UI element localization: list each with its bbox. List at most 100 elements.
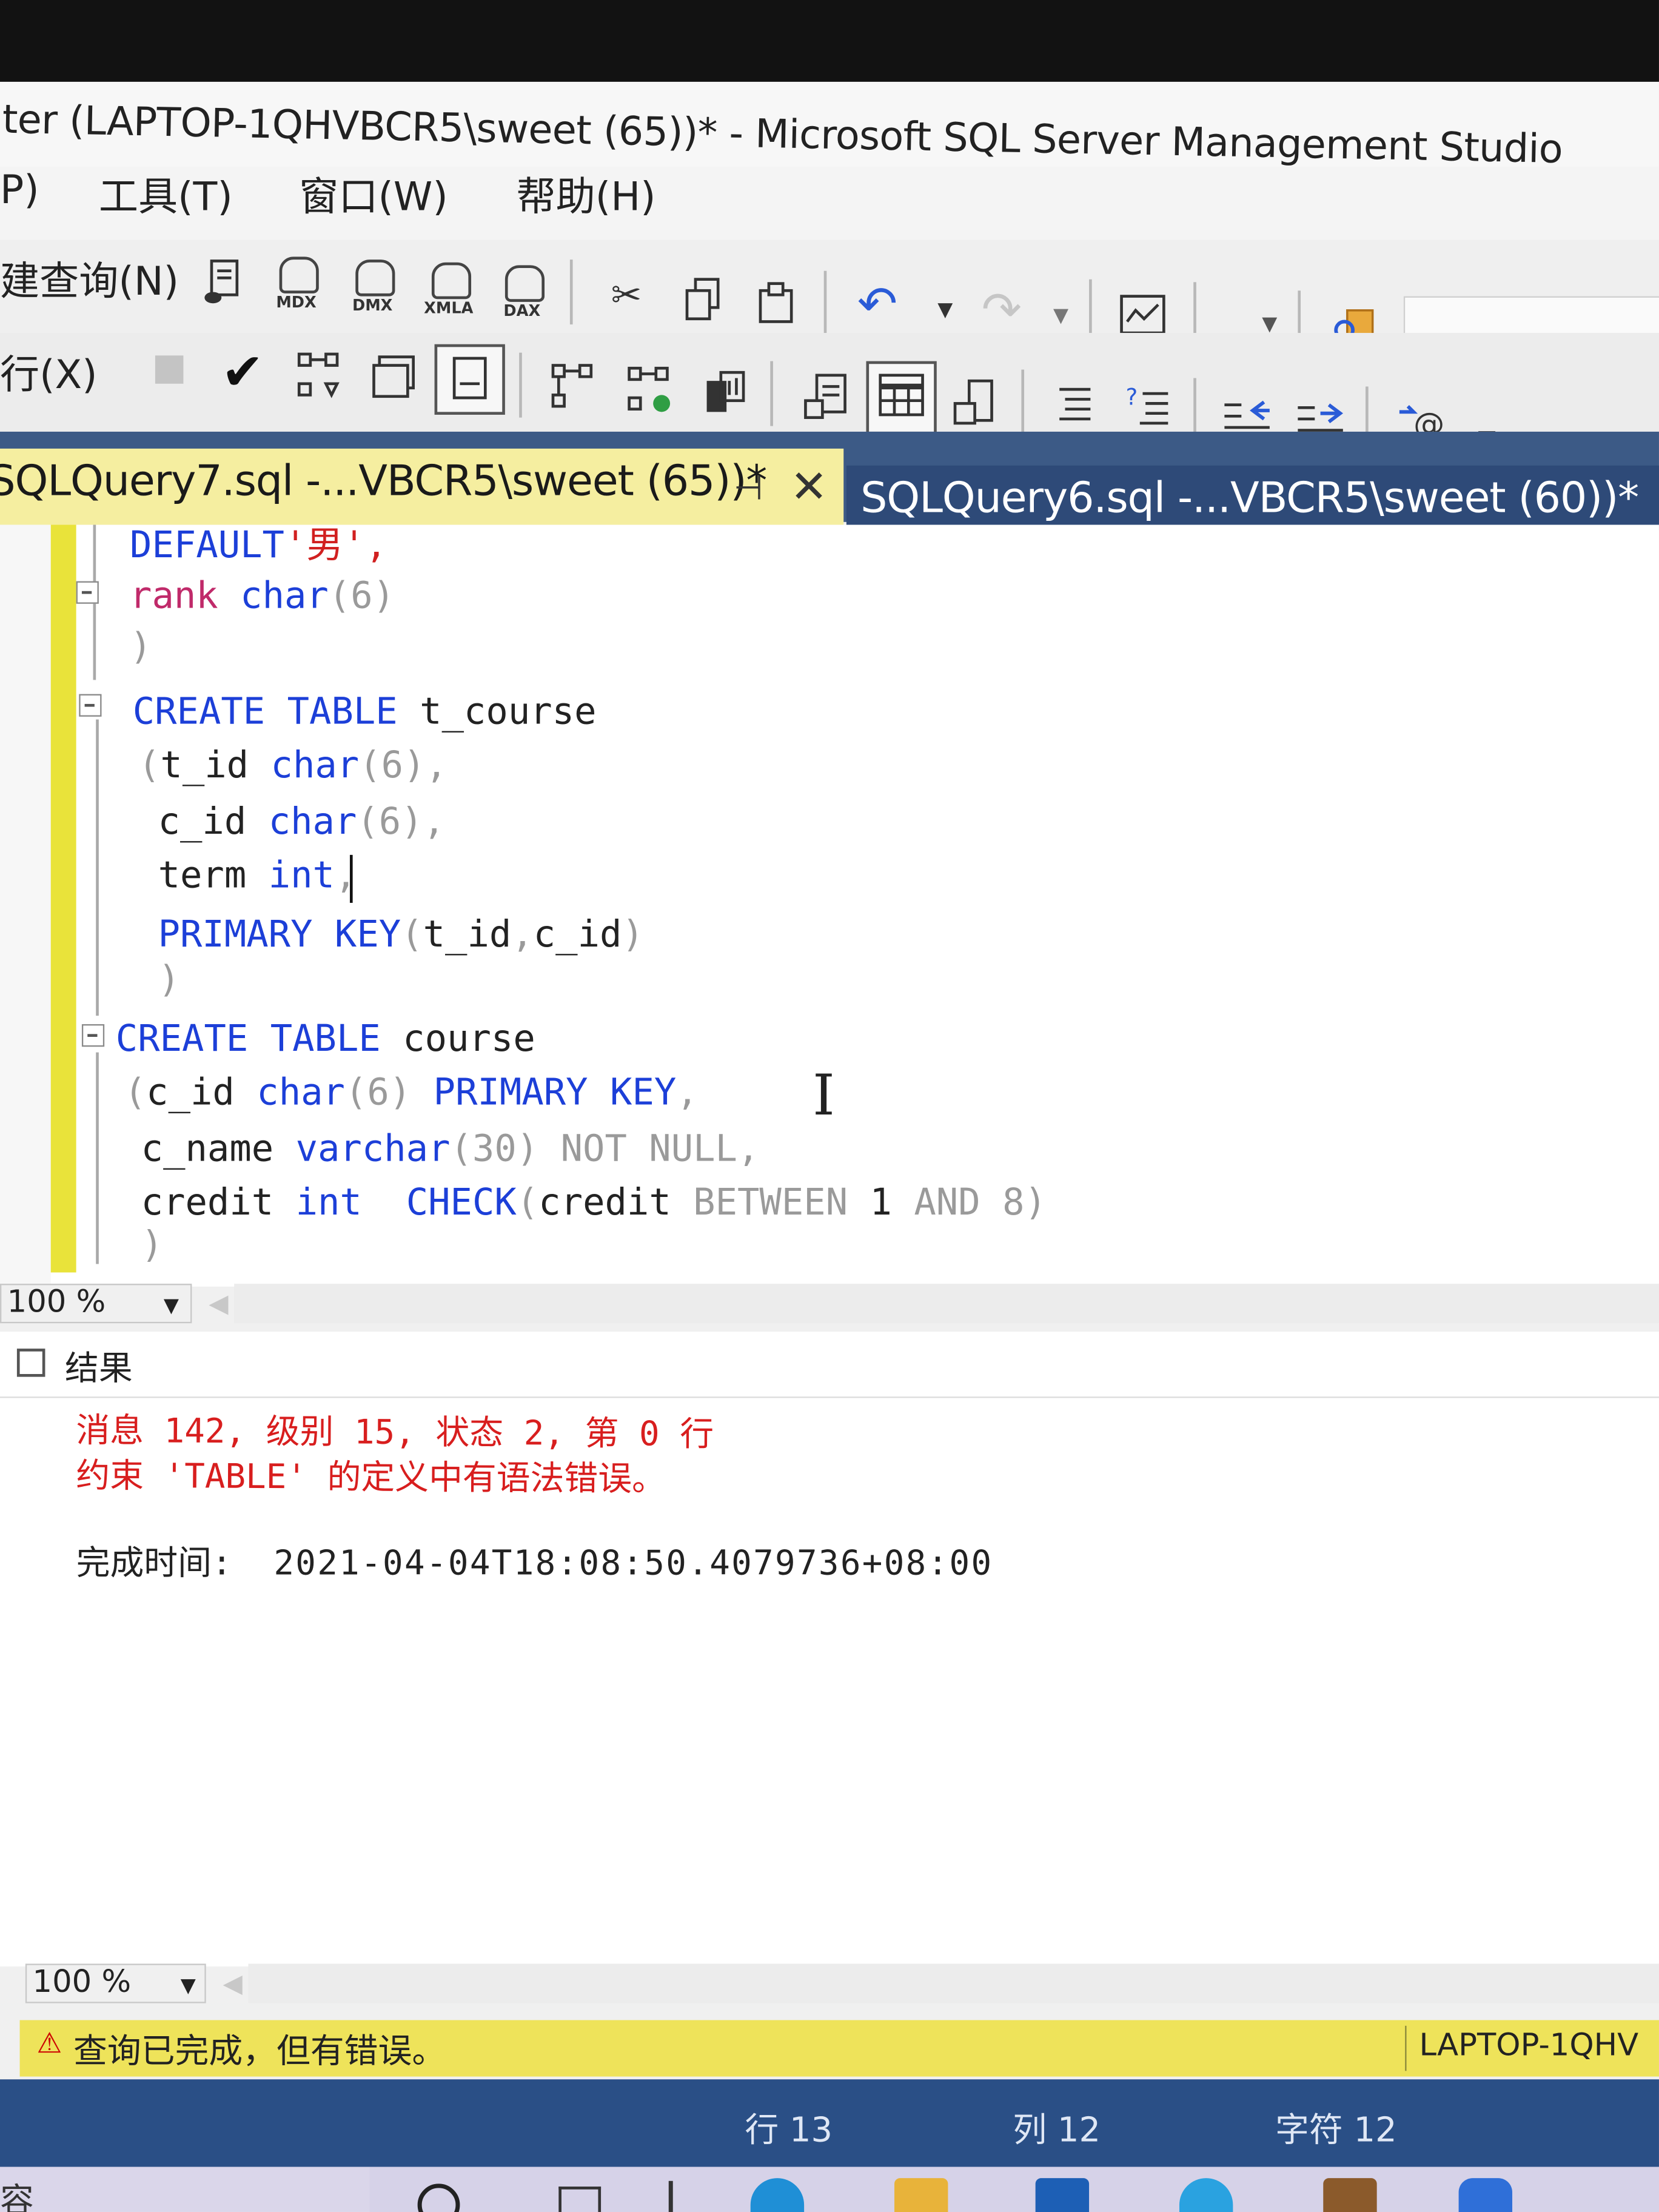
undo-icon[interactable]: ↶ bbox=[850, 276, 906, 333]
cut-icon[interactable]: ✂ bbox=[598, 268, 654, 324]
tab-sqlquery6-label: SQLQuery6.sql -...VBCR5\sweet (60))* bbox=[860, 474, 1639, 524]
code-token: DEFAULT bbox=[130, 525, 284, 568]
code-token: ( bbox=[516, 1182, 539, 1225]
dax-query-button[interactable]: DAX bbox=[494, 263, 550, 324]
menu-help[interactable]: 帮助(H) bbox=[516, 167, 655, 223]
paste-icon[interactable] bbox=[748, 273, 804, 330]
task-view-icon[interactable] bbox=[558, 2187, 602, 2212]
copy-icon[interactable] bbox=[674, 271, 731, 327]
intellisense-icon[interactable] bbox=[367, 350, 423, 406]
code-token: (6), bbox=[359, 745, 447, 788]
text-caret bbox=[349, 854, 353, 903]
code-token: PRIMARY bbox=[158, 914, 313, 957]
app-k-icon[interactable] bbox=[1458, 2178, 1513, 2212]
code-token: rank bbox=[130, 575, 218, 618]
code-token: int bbox=[295, 1182, 362, 1225]
collapse-icon[interactable] bbox=[81, 1024, 105, 1047]
code-token: c_name bbox=[141, 1128, 296, 1171]
code-line: credit int CHECK(credit BETWEEN 1 AND 8) bbox=[141, 1182, 1047, 1225]
results-to-text-icon[interactable] bbox=[799, 370, 855, 426]
code-token: c_id bbox=[158, 801, 269, 844]
code-token: BETWEEN bbox=[693, 1182, 848, 1225]
chevron-down-icon[interactable]: ▼ bbox=[181, 1975, 196, 1997]
parse-checkmark-icon[interactable]: ✔ bbox=[215, 344, 271, 401]
server-name: LAPTOP-1QHV bbox=[1419, 2028, 1639, 2064]
completion-label: 完成时间: bbox=[76, 1543, 232, 1583]
code-token: 1 bbox=[848, 1182, 914, 1225]
undo-dropdown-icon[interactable]: ▼ bbox=[917, 282, 973, 338]
code-line: rank char(6) bbox=[130, 575, 395, 618]
cursor-line: 行 13 bbox=[745, 2110, 833, 2150]
redo-icon[interactable]: ↷ bbox=[973, 282, 1030, 338]
results-to-file-icon[interactable] bbox=[948, 375, 1004, 432]
uncomment-icon[interactable]: ? bbox=[1120, 378, 1176, 435]
code-token: int bbox=[268, 854, 335, 897]
svg-text:?: ? bbox=[1126, 385, 1138, 411]
close-tab-icon[interactable]: ✕ bbox=[790, 460, 828, 513]
code-token: , bbox=[676, 1072, 699, 1114]
collapse-icon[interactable] bbox=[79, 694, 102, 717]
code-token: KEY bbox=[334, 914, 401, 957]
code-token: PRIMARY bbox=[433, 1072, 588, 1114]
results-divider bbox=[0, 1396, 1659, 1398]
new-file-icon[interactable] bbox=[195, 254, 251, 310]
code-token: t_id bbox=[423, 914, 512, 957]
collapse-icon[interactable] bbox=[76, 581, 99, 604]
ibeam-cursor-icon: I bbox=[813, 1064, 835, 1129]
toolbar-separator bbox=[823, 270, 827, 336]
code-line: PRIMARY KEY(t_id,c_id) bbox=[158, 914, 644, 957]
code-token: , bbox=[334, 854, 357, 897]
new-query-button[interactable]: 建查询(N) bbox=[0, 251, 179, 307]
display-estimated-plan-icon[interactable] bbox=[545, 358, 601, 415]
store-icon[interactable] bbox=[1035, 2178, 1090, 2212]
toolbar-separator bbox=[519, 352, 522, 418]
code-line: ) bbox=[158, 959, 180, 1002]
code-token: , bbox=[511, 914, 534, 957]
query-plan-icon[interactable] bbox=[290, 347, 347, 403]
query-editor[interactable] bbox=[0, 525, 1659, 1287]
code-token: ( bbox=[124, 1072, 147, 1114]
code-token: ) bbox=[158, 959, 180, 1002]
dmx-query-button[interactable]: DMX bbox=[344, 256, 401, 318]
chevron-down-icon[interactable]: ▼ bbox=[164, 1295, 179, 1318]
comment-out-icon[interactable] bbox=[1047, 375, 1103, 432]
scroll-left-icon[interactable]: ◀ bbox=[209, 1289, 228, 1319]
pin-icon[interactable]: ⊣ bbox=[734, 468, 763, 508]
xmla-query-button[interactable]: XMLA bbox=[420, 260, 477, 321]
messages-icon bbox=[16, 1349, 45, 1377]
results-to-grid-button[interactable] bbox=[866, 361, 937, 435]
results-horizontal-scrollbar[interactable] bbox=[248, 1963, 1659, 2003]
execute-button[interactable]: 行(X) bbox=[0, 344, 98, 401]
code-token: (6) bbox=[328, 575, 395, 618]
code-token: TABLE bbox=[270, 1018, 381, 1061]
menu-window[interactable]: 窗口(W) bbox=[299, 167, 448, 223]
code-token: char bbox=[270, 745, 360, 788]
code-token: '男', bbox=[284, 525, 387, 568]
tab-results[interactable]: 结果 bbox=[65, 1340, 133, 1389]
code-line: c_id char(6), bbox=[158, 801, 446, 843]
results-to-text-button[interactable] bbox=[434, 344, 505, 415]
app-icon[interactable] bbox=[1323, 2178, 1377, 2212]
mdx-query-button[interactable]: MDX bbox=[268, 254, 324, 316]
client-statistics-icon[interactable] bbox=[697, 364, 753, 420]
editor-zoom-value: 100 % bbox=[7, 1285, 106, 1321]
code-token: CHECK bbox=[406, 1182, 517, 1225]
scroll-left-icon[interactable]: ◀ bbox=[223, 1969, 243, 1999]
results-zoom-select[interactable]: 100 % bbox=[25, 1963, 206, 2003]
menu-tools[interactable]: 工具(T) bbox=[99, 167, 233, 223]
code-token: char bbox=[256, 1072, 345, 1114]
code-token: varchar bbox=[295, 1128, 451, 1171]
code-token: CREATE bbox=[115, 1018, 249, 1061]
toolbar-separator bbox=[770, 361, 773, 426]
include-actual-plan-icon[interactable] bbox=[621, 361, 677, 418]
query-status-message: 查询已完成，但有错误。 bbox=[73, 2031, 446, 2071]
code-line: (c_id char(6) PRIMARY KEY, bbox=[124, 1072, 699, 1114]
file-explorer-icon[interactable] bbox=[894, 2178, 948, 2212]
stop-icon[interactable] bbox=[155, 355, 184, 384]
horizontal-scrollbar[interactable] bbox=[234, 1284, 1659, 1324]
code-line: CREATE TABLE course bbox=[116, 1019, 535, 1061]
results-zoom-value: 100 % bbox=[32, 1965, 132, 2000]
cursor-char: 字符 12 bbox=[1275, 2110, 1397, 2150]
menu-project[interactable]: P) bbox=[0, 167, 39, 213]
